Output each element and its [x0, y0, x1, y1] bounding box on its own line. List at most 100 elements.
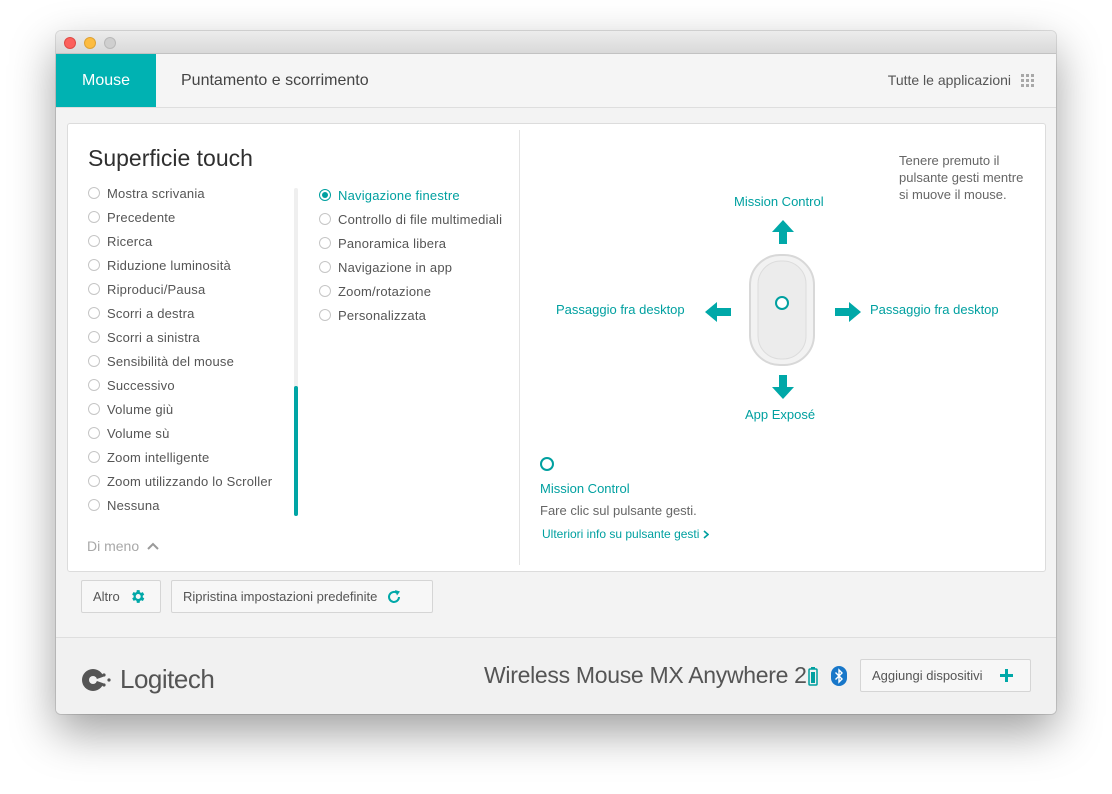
action-option[interactable]: Volume sù — [88, 421, 272, 445]
radio-button[interactable] — [319, 213, 331, 225]
options-list-primary: Mostra scrivania Precedente Ricerca Riduzio… — [88, 181, 272, 517]
zoom-window-button[interactable] — [104, 37, 116, 49]
scrollbar-thumb[interactable] — [294, 386, 298, 516]
gesture-right-label: Passaggio fra desktop — [870, 302, 999, 317]
radio-button[interactable] — [88, 427, 100, 439]
option-label: Navigazione finestre — [338, 187, 460, 203]
device-name: Wireless Mouse MX Anywhere 2 — [484, 662, 807, 688]
restore-defaults-button[interactable]: Ripristina impostazioni predefinite — [171, 580, 433, 613]
action-option[interactable]: Sensibilità del mouse — [88, 349, 272, 373]
plus-icon — [999, 669, 1013, 682]
gesture-down-label: App Exposé — [745, 407, 816, 422]
gesture-left-label: Passaggio fra desktop — [556, 302, 685, 317]
footer-bar: Logitech Wireless Mouse MX Anywhere 2 Ag… — [56, 637, 1056, 714]
gesture-mode-option[interactable]: Panoramica libera — [319, 231, 502, 255]
logitech-logo: Logitech — [80, 664, 215, 695]
gear-icon — [131, 590, 145, 603]
action-option[interactable]: Ricerca — [88, 229, 272, 253]
option-label: Ricerca — [107, 233, 153, 249]
show-less-toggle[interactable]: Di meno — [87, 538, 159, 554]
gesture-hint: Tenere premuto il pulsante gesti mentre … — [899, 153, 1024, 202]
option-label: Riproduci/Pausa — [107, 281, 206, 297]
show-less-label: Di meno — [87, 538, 140, 554]
option-label: Panoramica libera — [338, 235, 447, 251]
radio-button[interactable] — [88, 475, 100, 487]
action-option[interactable]: Nessuna — [88, 493, 272, 517]
title-bar — [56, 31, 1056, 54]
gesture-mode-option[interactable]: Navigazione in app — [319, 255, 502, 279]
radio-button[interactable] — [319, 237, 331, 249]
gesture-mode-option[interactable]: Zoom/rotazione — [319, 279, 502, 303]
refresh-icon — [388, 589, 401, 603]
radio-button[interactable] — [319, 189, 331, 201]
info-title: Mission Control — [540, 481, 630, 496]
options-list-secondary: Navigazione finestre Controllo di file mu… — [319, 183, 502, 327]
more-info-link[interactable]: Ulteriori info su pulsante gesti — [542, 527, 710, 541]
app-window: Mouse Puntamento e scorrimento Tutte le … — [56, 31, 1056, 714]
action-option[interactable]: Mostra scrivania — [88, 181, 272, 205]
restore-defaults-label: Ripristina impostazioni predefinite — [183, 589, 378, 604]
radio-button[interactable] — [88, 403, 100, 415]
chevron-right-icon — [703, 529, 710, 539]
option-label: Navigazione in app — [338, 259, 453, 275]
minimize-window-button[interactable] — [84, 37, 96, 49]
option-label: Scorri a destra — [107, 305, 195, 321]
action-option[interactable]: Precedente — [88, 205, 272, 229]
gesture-mode-option[interactable]: Personalizzata — [319, 303, 502, 327]
radio-button[interactable] — [88, 235, 100, 247]
arrow-down-icon — [772, 375, 794, 399]
all-applications-button[interactable]: Tutte le applicazioni — [888, 54, 1034, 107]
option-label: Successivo — [107, 377, 175, 393]
arrow-up-icon — [772, 220, 794, 244]
action-option[interactable]: Scorri a sinistra — [88, 325, 272, 349]
info-description: Fare clic sul pulsante gesti. — [540, 503, 697, 518]
radio-button[interactable] — [88, 379, 100, 391]
gesture-mode-option[interactable]: Navigazione finestre — [319, 183, 502, 207]
arrow-left-icon — [705, 302, 731, 322]
option-label: Zoom/rotazione — [338, 283, 432, 299]
option-label: Nessuna — [107, 497, 160, 513]
option-label: Volume giù — [107, 401, 174, 417]
radio-button[interactable] — [88, 499, 100, 511]
option-label: Volume sù — [107, 425, 170, 441]
radio-button[interactable] — [88, 283, 100, 295]
panel-divider — [519, 130, 520, 565]
action-option[interactable]: Zoom intelligente — [88, 445, 272, 469]
more-button[interactable]: Altro — [81, 580, 161, 613]
option-label: Mostra scrivania — [107, 185, 205, 201]
arrow-right-icon — [835, 302, 861, 322]
radio-button[interactable] — [319, 309, 331, 321]
option-label: Scorri a sinistra — [107, 329, 200, 345]
radio-button[interactable] — [88, 355, 100, 367]
radio-button[interactable] — [319, 285, 331, 297]
radio-button[interactable] — [88, 331, 100, 343]
radio-button[interactable] — [88, 307, 100, 319]
tab-bar: Mouse Puntamento e scorrimento Tutte le … — [56, 54, 1056, 108]
mouse-illustration — [749, 254, 815, 366]
tab-pointing-scrolling[interactable]: Puntamento e scorrimento — [181, 54, 369, 107]
gesture-button-icon — [540, 457, 554, 471]
radio-button[interactable] — [88, 211, 100, 223]
option-label: Personalizzata — [338, 307, 427, 323]
close-window-button[interactable] — [64, 37, 76, 49]
radio-button[interactable] — [88, 187, 100, 199]
more-button-label: Altro — [93, 589, 120, 604]
add-device-button[interactable]: Aggiungi dispositivi — [860, 659, 1031, 692]
action-option[interactable]: Zoom utilizzando lo Scroller — [88, 469, 272, 493]
action-option[interactable]: Successivo — [88, 373, 272, 397]
radio-button[interactable] — [319, 261, 331, 273]
battery-icon — [808, 667, 818, 686]
action-option[interactable]: Scorri a destra — [88, 301, 272, 325]
section-title: Superficie touch — [88, 145, 253, 171]
radio-button[interactable] — [88, 451, 100, 463]
option-label: Zoom utilizzando lo Scroller — [107, 473, 273, 489]
all-applications-label: Tutte le applicazioni — [887, 72, 1011, 88]
tab-mouse[interactable]: Mouse — [56, 54, 156, 107]
action-option[interactable]: Riproduci/Pausa — [88, 277, 272, 301]
gesture-mode-option[interactable]: Controllo di file multimediali — [319, 207, 502, 231]
bluetooth-icon — [831, 666, 847, 686]
radio-button[interactable] — [88, 259, 100, 271]
more-info-label: Ulteriori info su pulsante gesti — [542, 527, 700, 541]
action-option[interactable]: Volume giù — [88, 397, 272, 421]
action-option[interactable]: Riduzione luminosità — [88, 253, 272, 277]
